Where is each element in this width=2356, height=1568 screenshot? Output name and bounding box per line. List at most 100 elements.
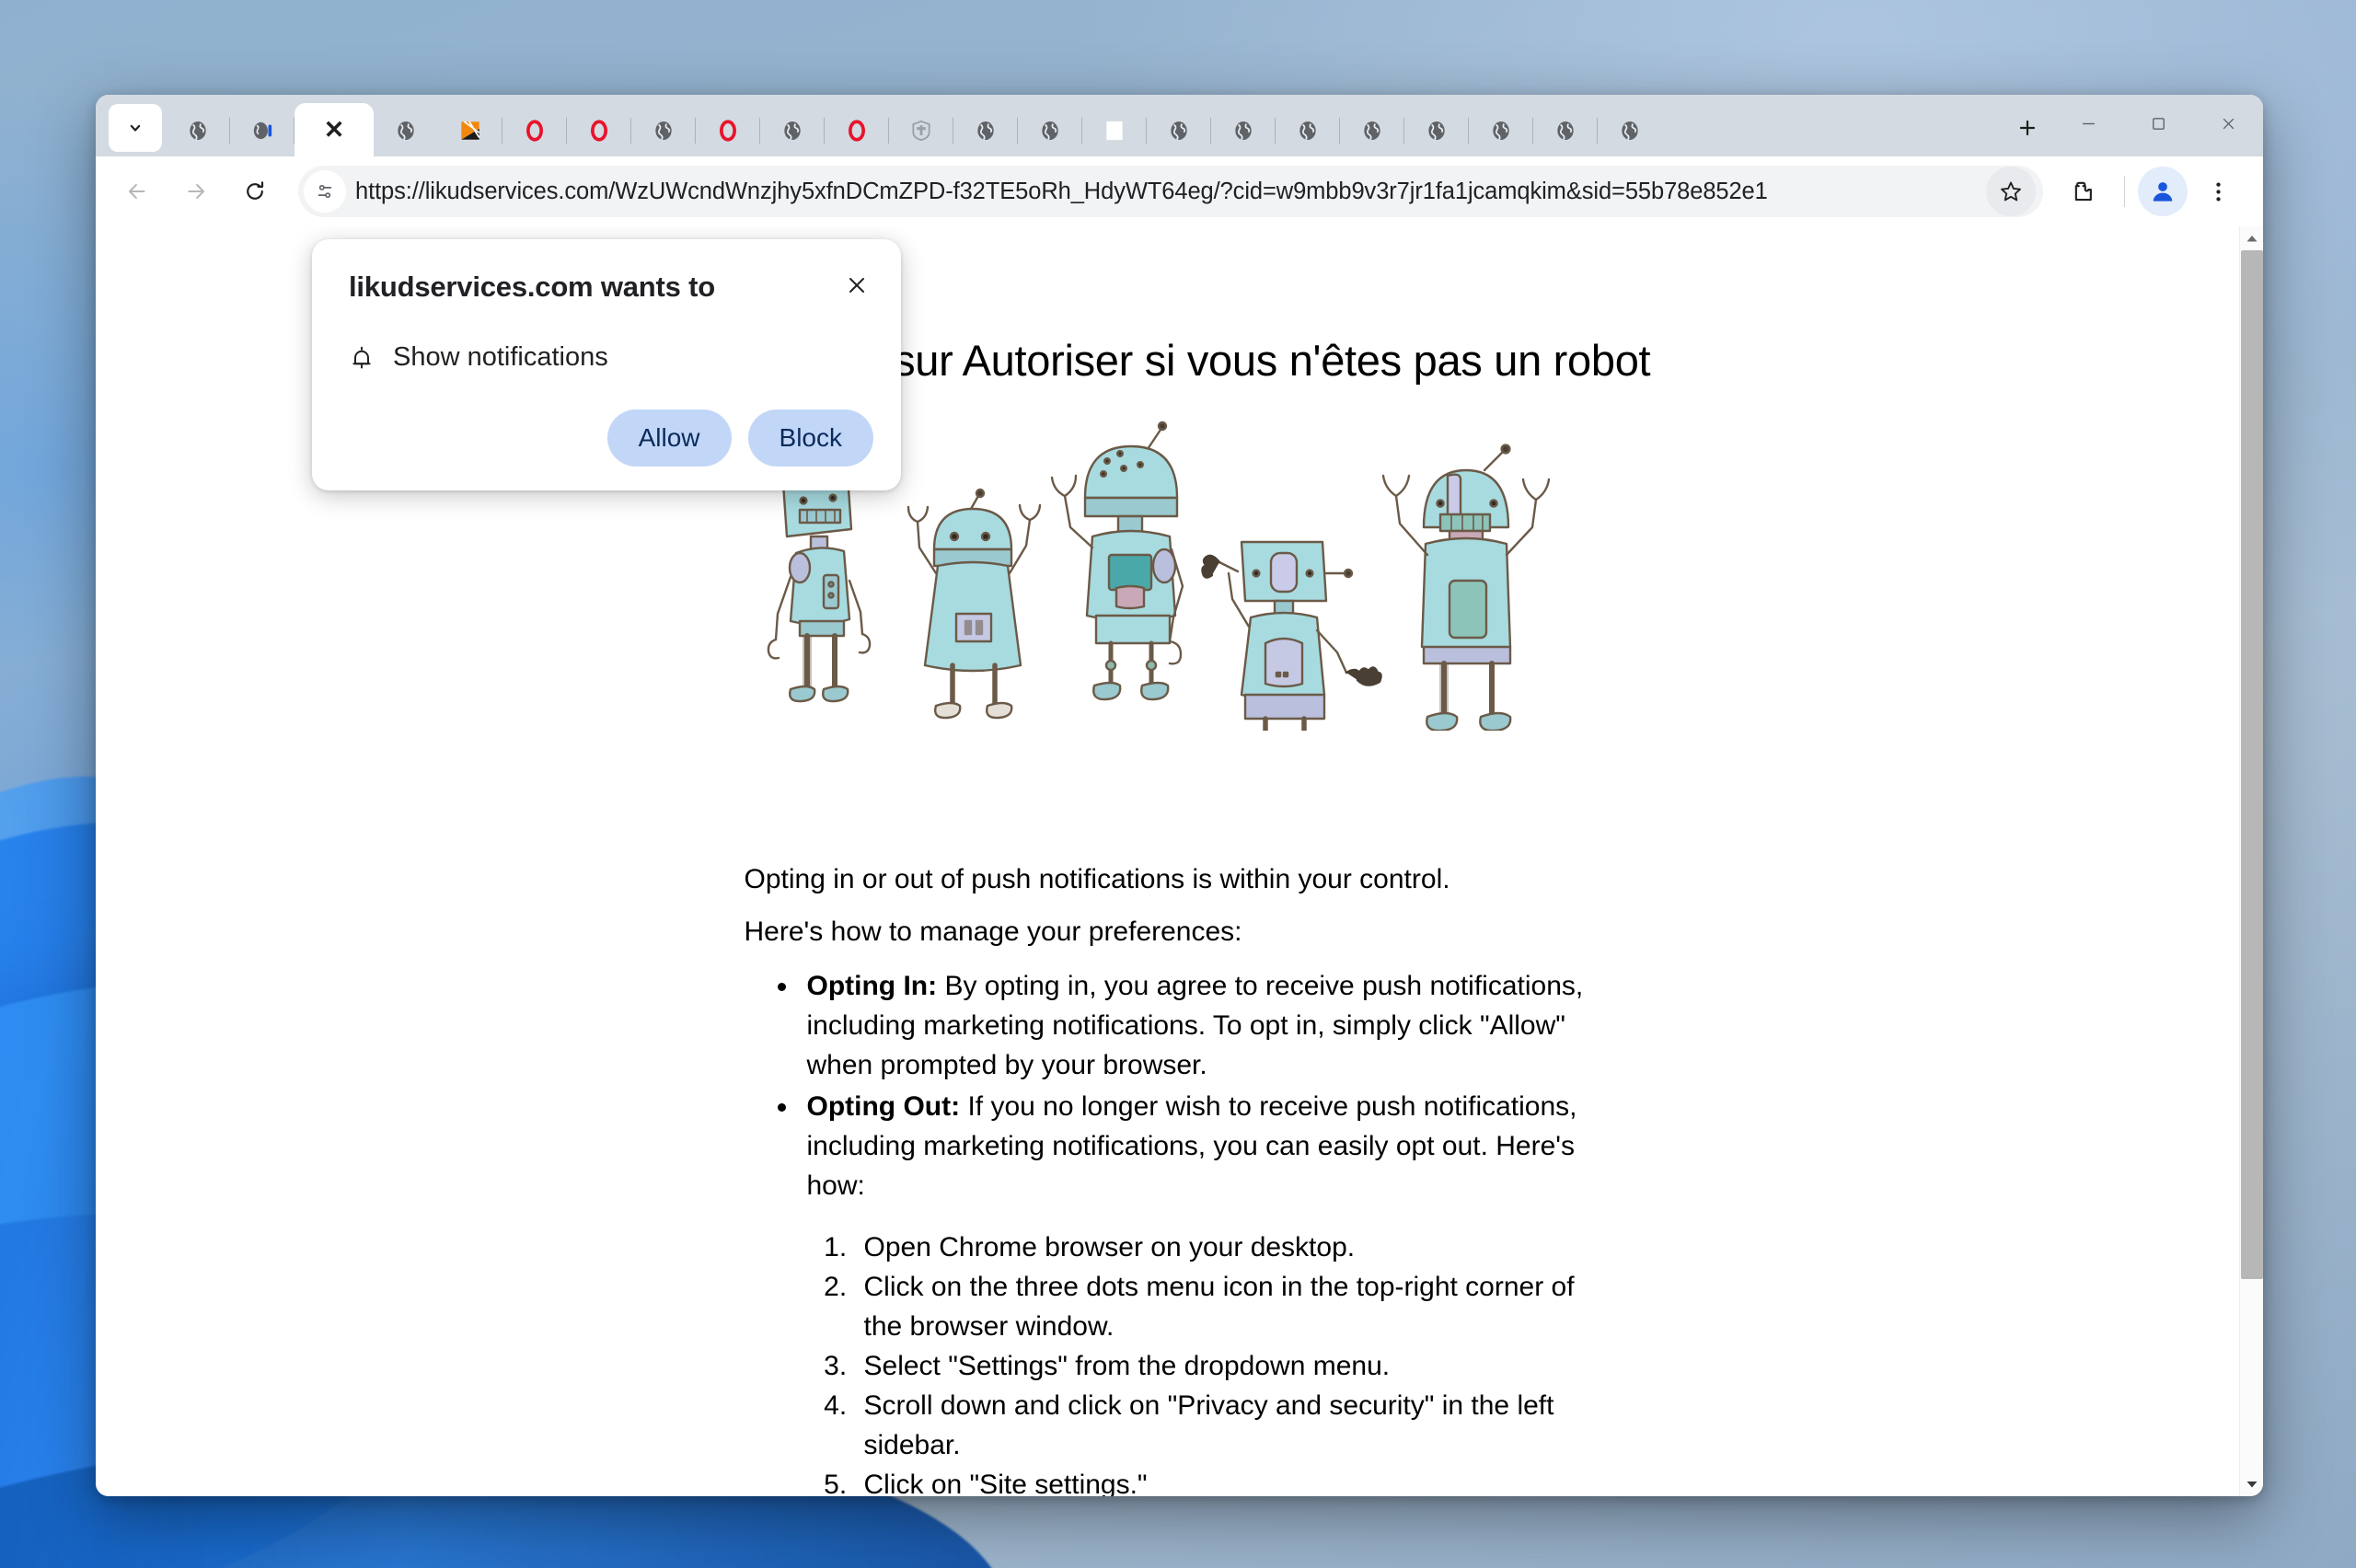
tank-shield-icon: [912, 120, 930, 142]
globe-icon: [1235, 121, 1252, 141]
forward-button[interactable]: [167, 163, 225, 220]
intro-line-1: Opting in or out of push notifications i…: [744, 864, 1450, 894]
permission-header: likudservices.com wants to: [349, 271, 873, 306]
tab[interactable]: [438, 105, 502, 156]
maximize-icon: [2152, 117, 2165, 130]
back-button[interactable]: [109, 163, 166, 220]
page-viewport: Cliquez sur Autoriser si vous n'êtes pas…: [96, 226, 2263, 1496]
tab[interactable]: [631, 105, 696, 156]
tab[interactable]: [953, 105, 1018, 156]
tab[interactable]: [374, 105, 438, 156]
site-info-button[interactable]: [304, 170, 346, 213]
tab[interactable]: [1469, 105, 1533, 156]
bullet-item: Opting Out: If you no longer wish to rec…: [800, 1087, 1591, 1205]
tab[interactable]: [696, 105, 760, 156]
tab[interactable]: [1404, 105, 1469, 156]
star-icon: [2001, 181, 2021, 202]
page-body: Opting in or out of push notifications i…: [745, 859, 1591, 1496]
arrow-left-icon: [128, 183, 145, 200]
tab[interactable]: [230, 105, 294, 156]
url-text: https://likudservices.com/WzUWcndWnzjhy5…: [355, 178, 1768, 204]
chevron-down-icon: [130, 124, 141, 132]
chrome-menu-button[interactable]: [2189, 163, 2246, 220]
bell-icon: [352, 346, 371, 368]
globe-icon: [1171, 121, 1187, 141]
triangle-up-icon: [2246, 236, 2257, 242]
globe-icon: [1493, 121, 1509, 141]
tab[interactable]: [1082, 105, 1147, 156]
triangle-down-icon: [2246, 1482, 2257, 1488]
tab[interactable]: [1276, 105, 1340, 156]
address-bar[interactable]: https://likudservices.com/WzUWcndWnzjhy5…: [298, 166, 2043, 217]
tab-strip: ✕: [96, 95, 2263, 156]
scroll-down-button[interactable]: [2240, 1472, 2264, 1496]
profile-avatar[interactable]: [2138, 167, 2188, 216]
globe-icon: [190, 121, 206, 141]
window-controls: [2053, 95, 2263, 156]
globe-icon: [784, 121, 801, 141]
globe-icon: [977, 121, 994, 141]
tune-settings-icon: [318, 184, 332, 199]
tab[interactable]: [1211, 105, 1276, 156]
block-button[interactable]: Block: [747, 409, 873, 467]
permission-close-button[interactable]: [837, 265, 877, 306]
globe-icon: [398, 121, 414, 141]
three-dots-vertical-icon: [2215, 181, 2221, 202]
blank-icon: [1106, 121, 1123, 141]
bullet-term: Opting In:: [806, 971, 938, 1001]
globe-icon: [1042, 121, 1058, 141]
globe-icon: [1299, 121, 1316, 141]
active-tab[interactable]: ✕: [294, 103, 374, 156]
globe-small-icon: [1364, 121, 1380, 141]
maximize-button[interactable]: [2123, 95, 2193, 152]
close-window-button[interactable]: [2193, 95, 2263, 152]
scrollbar-track[interactable]: [2240, 250, 2263, 1472]
globe-icon: [1557, 121, 1574, 141]
tab[interactable]: [825, 105, 889, 156]
minimize-button[interactable]: [2053, 95, 2123, 152]
scroll-up-button[interactable]: [2240, 226, 2264, 250]
extensions-button[interactable]: [2054, 163, 2111, 220]
tab-list: ✕: [166, 95, 1994, 156]
step-item: Click on "Site settings.": [855, 1465, 1591, 1496]
tab[interactable]: [889, 105, 953, 156]
opera-icon: [591, 120, 607, 142]
permission-request-label: Show notifications: [393, 342, 608, 372]
step-item: Click on the three dots menu icon in the…: [855, 1267, 1591, 1346]
permission-request-row: Show notifications: [349, 342, 873, 373]
tab-close-button[interactable]: ✕: [324, 117, 345, 143]
bullet-term: Opting Out:: [806, 1091, 961, 1122]
tab[interactable]: [1018, 105, 1082, 156]
browser-toolbar: https://likudservices.com/WzUWcndWnzjhy5…: [96, 156, 2263, 226]
allow-button[interactable]: Allow: [606, 409, 732, 467]
tab[interactable]: [166, 105, 230, 156]
page-scrollbar[interactable]: [2239, 226, 2263, 1496]
tab[interactable]: [502, 105, 567, 156]
opting-bullet-list: Opting In: By opting in, you agree to re…: [800, 966, 1591, 1205]
tab[interactable]: [1340, 105, 1404, 156]
puzzle-piece-icon: [2074, 181, 2092, 201]
orange-page-icon: [461, 121, 480, 140]
opt-out-step-list: Open Chrome browser on your desktop.Clic…: [855, 1228, 1591, 1496]
tab[interactable]: [1533, 105, 1598, 156]
opera-icon: [720, 120, 736, 142]
notification-permission-dialog: likudservices.com wants to Show notifica…: [312, 239, 901, 490]
tab-search-button[interactable]: [109, 104, 162, 152]
scrollbar-thumb[interactable]: [2241, 250, 2263, 1279]
reload-icon: [247, 181, 264, 200]
globe-icon: [655, 121, 672, 141]
bookmark-button[interactable]: [1986, 167, 2036, 216]
step-item: Scroll down and click on "Privacy and se…: [855, 1386, 1591, 1465]
plus-icon: [2019, 120, 2036, 136]
tab[interactable]: [567, 105, 631, 156]
tab[interactable]: [1147, 105, 1211, 156]
avatar-icon: [2153, 182, 2173, 202]
intro-line-2: Here's how to manage your preferences:: [744, 917, 1242, 947]
step-item: Open Chrome browser on your desktop.: [855, 1228, 1591, 1267]
reload-button[interactable]: [226, 163, 283, 220]
tab[interactable]: [760, 105, 825, 156]
opera-icon: [849, 120, 865, 142]
tab[interactable]: [1598, 105, 1662, 156]
new-tab-button[interactable]: [2002, 104, 2053, 152]
globe-icon: [1622, 121, 1638, 141]
